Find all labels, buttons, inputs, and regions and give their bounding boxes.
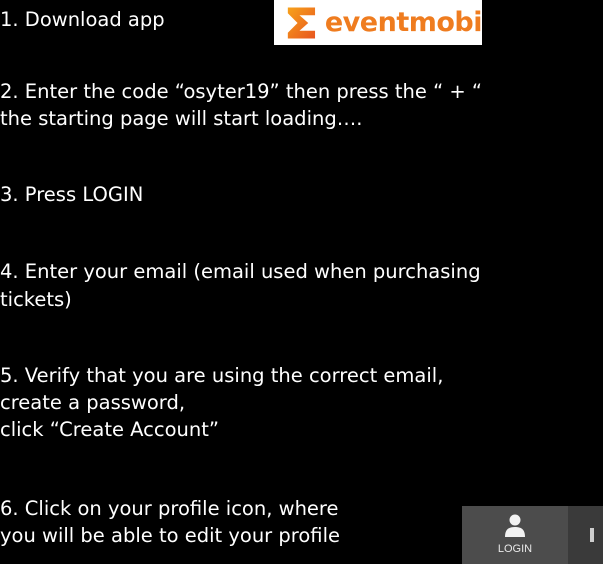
step-1-line-1: 1. Download app	[0, 8, 165, 31]
step-5-line-1: 5. Verify that you are using the correct…	[0, 364, 444, 387]
login-tab[interactable]: LOGIN	[462, 506, 568, 564]
user-icon	[505, 514, 525, 537]
eventmobi-logo: eventmobi	[274, 0, 483, 45]
step-4-line-1: 4. Enter your email (email used when pur…	[0, 260, 481, 283]
step-2-line-2: the starting page will start loading….	[0, 107, 363, 130]
step-6-line-2: you will be able to edit your profile	[0, 524, 340, 547]
step-5-line-3: click “Create Account”	[0, 418, 220, 441]
adjacent-tab-icon	[590, 528, 594, 542]
login-tab-label: LOGIN	[497, 543, 533, 555]
login-tab-screenshot: LOGIN	[462, 506, 603, 564]
step-2-line-1: 2. Enter the code “osyter19” then press …	[0, 80, 483, 103]
step-6-line-1: 6. Click on your profile icon, where	[0, 497, 339, 520]
step-5-line-2: create a password,	[0, 391, 186, 414]
eventmobi-sigma-icon	[287, 6, 316, 39]
step-4-line-2: tickets)	[0, 288, 72, 311]
step-3-line-1: 3. Press LOGIN	[0, 183, 144, 206]
logo-wordmark: eventmobi	[324, 7, 483, 38]
